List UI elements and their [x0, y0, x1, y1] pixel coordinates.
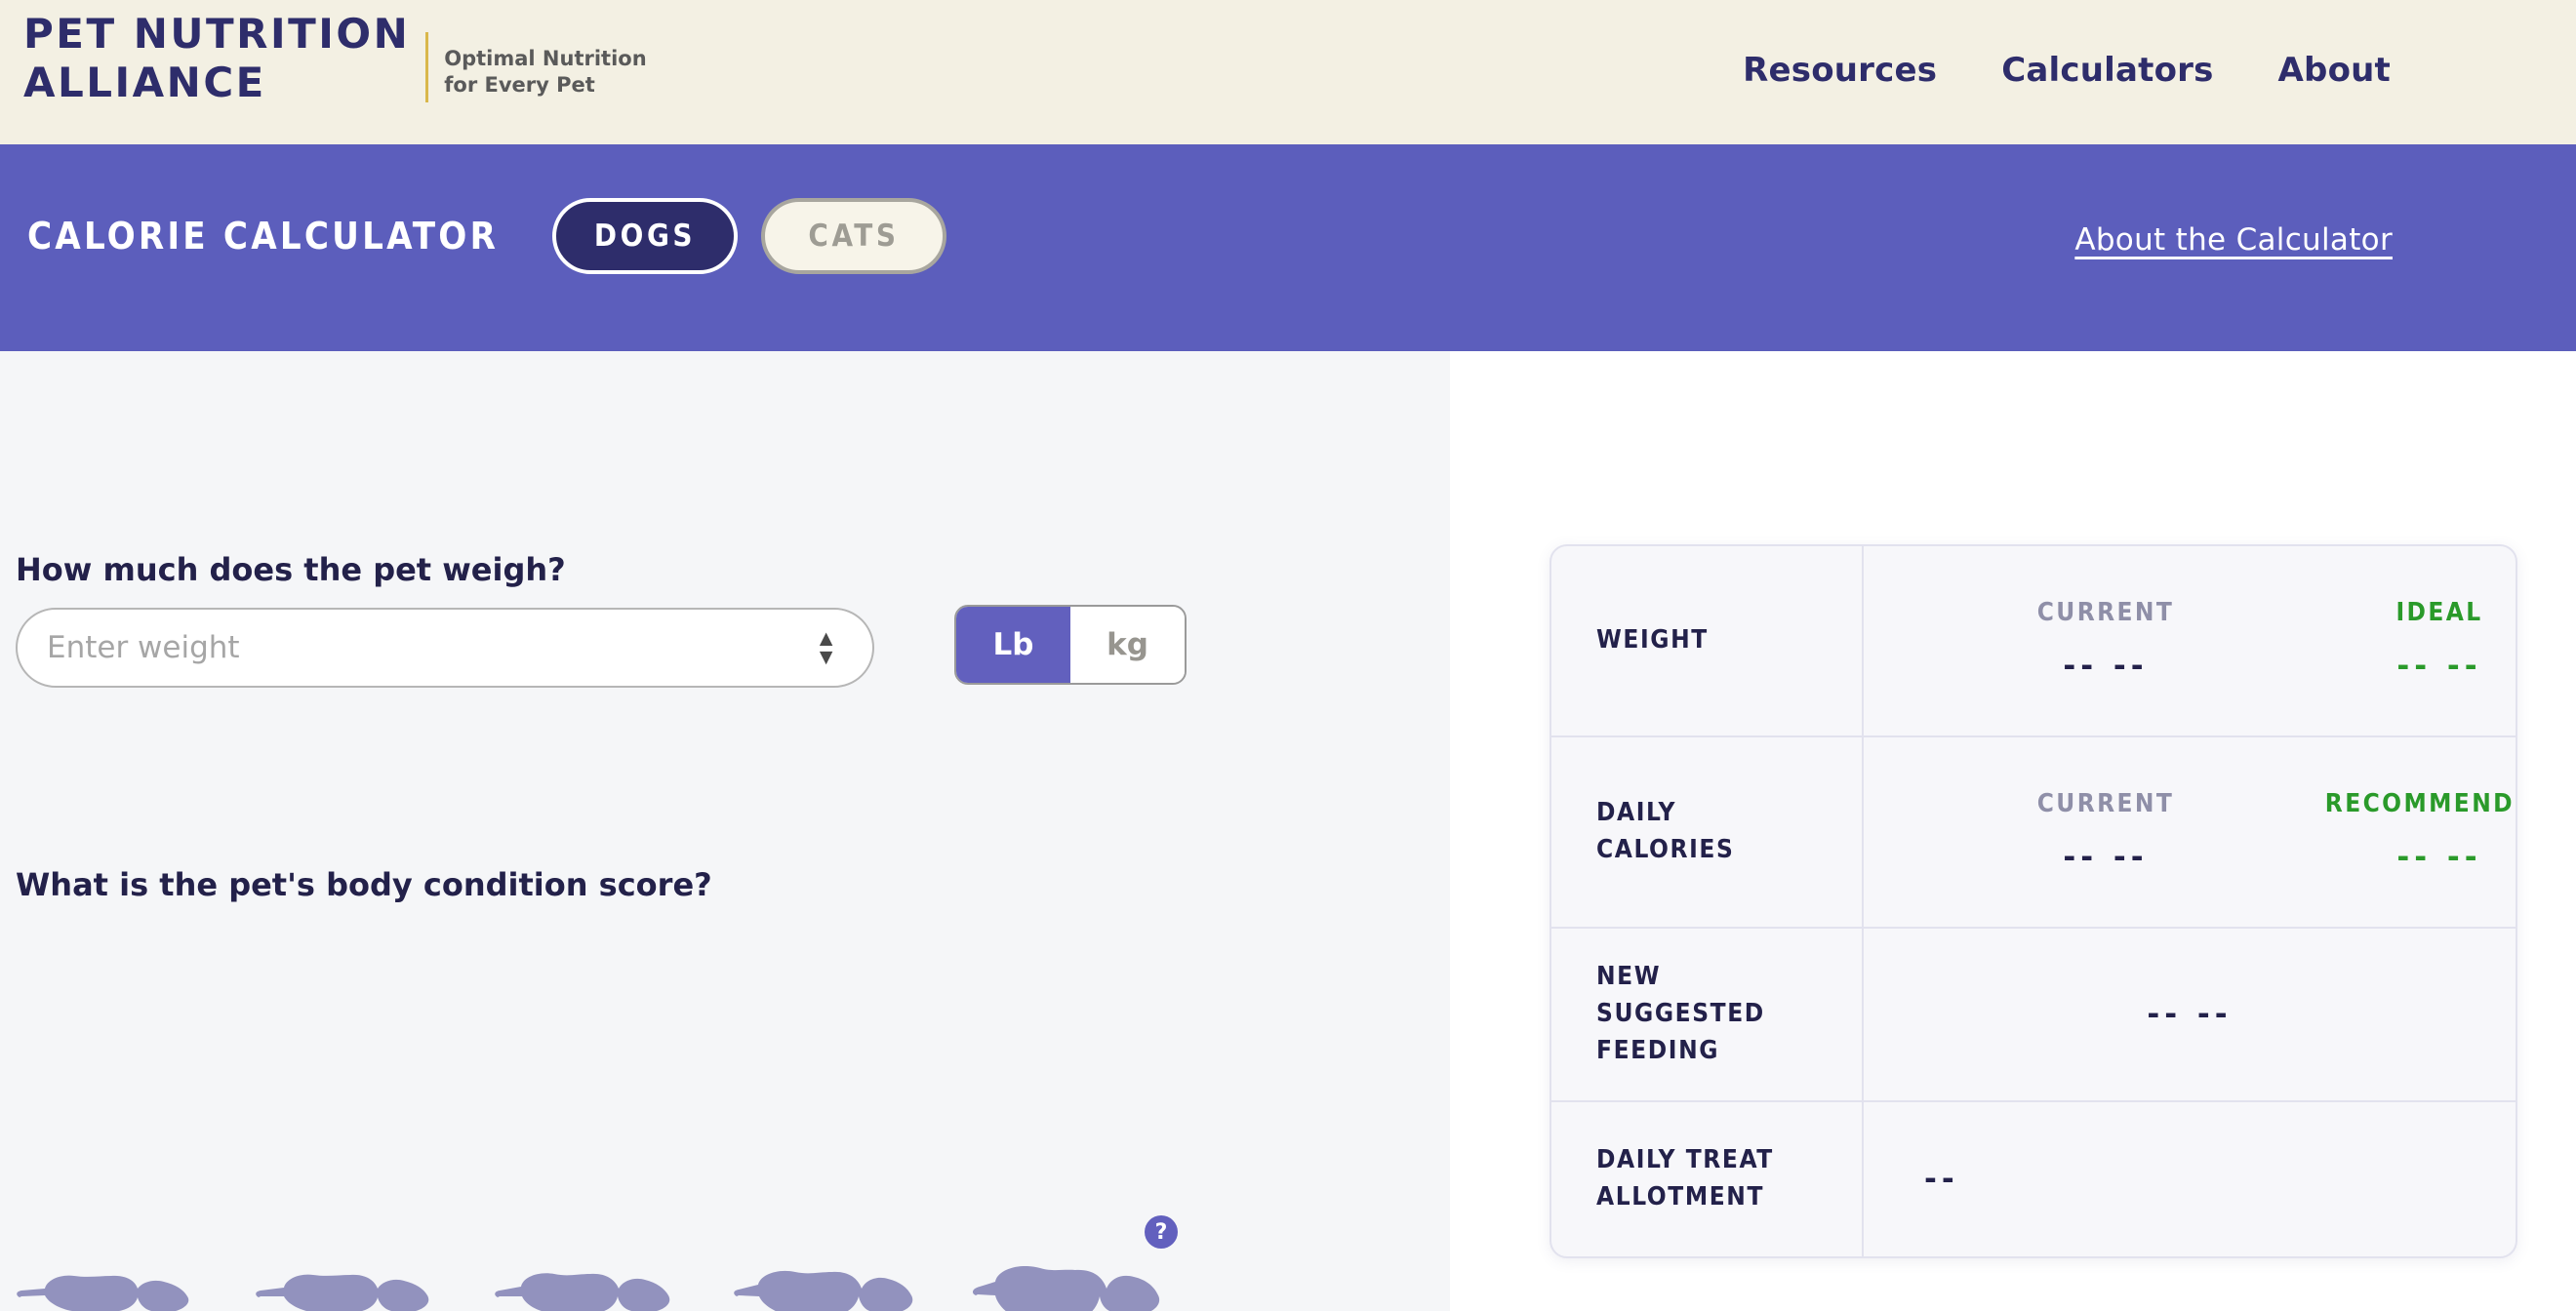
unit-option-lb[interactable]: Lb	[956, 607, 1070, 683]
result-row-body: CURRENT -- -- IDEAL -- --	[1864, 546, 2516, 735]
result-column-header: CURRENT	[2036, 598, 2175, 627]
result-column-value: -- --	[2063, 649, 2149, 684]
logo-tagline-line-2: for Every Pet	[444, 73, 595, 97]
calculator-title: CALORIE CALCULATOR	[27, 215, 500, 258]
input-panel: How much does the pet weigh? ▲ ▼ What is…	[0, 351, 1450, 1311]
bcs-silhouette-5	[966, 1266, 1192, 1311]
unit-option-kg[interactable]: kg	[1070, 607, 1185, 683]
result-row-label: DAILY TREAT ALLOTMENT	[1551, 1102, 1864, 1256]
result-row-weight: WEIGHT CURRENT -- -- IDEAL -- --	[1551, 546, 2516, 737]
nav-item-resources[interactable]: Resources	[1743, 51, 1937, 90]
result-row-body: --	[1864, 1102, 2516, 1256]
logo-divider	[425, 32, 429, 102]
result-row-daily-treat-allotment: DAILY TREAT ALLOTMENT --	[1551, 1102, 2516, 1256]
bcs-silhouette-3	[488, 1266, 714, 1311]
species-toggle-group: DOGS CATS	[552, 198, 946, 274]
species-tab-dogs[interactable]: DOGS	[552, 198, 738, 274]
result-column-value: -- --	[2063, 840, 2149, 875]
bcs-silhouette-1	[10, 1266, 236, 1311]
logo-tagline-line-1: Optimal Nutrition	[444, 47, 647, 71]
result-row-daily-calories: DAILY CALORIES CURRENT -- -- RECOMMENDED…	[1551, 737, 2516, 929]
results-card: WEIGHT CURRENT -- -- IDEAL -- -- DAILY C…	[1550, 544, 2517, 1258]
calorie-calculator-page: PET NUTRITION ALLIANCE Optimal Nutrition…	[0, 0, 2576, 1311]
weight-unit-toggle: Lb kg	[954, 605, 1187, 685]
logo-line-1: PET NUTRITION	[23, 10, 411, 58]
bcs-question-label: What is the pet's body condition score?	[16, 866, 712, 903]
result-column-current: CURRENT -- --	[1979, 789, 2233, 875]
chevron-down-icon[interactable]: ▼	[815, 646, 837, 668]
weight-stepper[interactable]: ▲ ▼	[815, 627, 837, 668]
logo-wordmark: PET NUTRITION ALLIANCE	[23, 14, 410, 103]
result-column-header: RECOMMENDED	[2324, 789, 2516, 818]
result-row-label: NEW SUGGESTED FEEDING	[1551, 929, 1864, 1100]
nav-item-calculators[interactable]: Calculators	[2001, 51, 2213, 90]
weight-input-wrapper[interactable]: ▲ ▼	[16, 608, 874, 688]
result-row-new-suggested-feeding: NEW SUGGESTED FEEDING -- --	[1551, 929, 2516, 1102]
result-row-label: DAILY CALORIES	[1551, 737, 1864, 927]
bcs-silhouette-row	[10, 1266, 1192, 1311]
result-value: -- --	[2147, 997, 2233, 1032]
bcs-silhouette-2	[249, 1266, 475, 1311]
bcs-silhouette-4	[727, 1266, 953, 1311]
result-value: --	[1924, 1162, 1959, 1197]
result-column-recommended: RECOMMENDED -- --	[2283, 789, 2516, 875]
species-tab-cats[interactable]: CATS	[761, 198, 946, 274]
weight-input[interactable]	[47, 630, 730, 665]
result-column-ideal: IDEAL -- --	[2283, 598, 2516, 684]
result-column-current: CURRENT -- --	[1979, 598, 2233, 684]
site-header: PET NUTRITION ALLIANCE Optimal Nutrition…	[0, 0, 2576, 144]
logo-line-2: ALLIANCE	[23, 59, 266, 106]
result-row-body: -- --	[1864, 929, 2516, 1100]
about-the-calculator-link[interactable]: About the Calculator	[2074, 222, 2393, 258]
site-logo[interactable]: PET NUTRITION ALLIANCE Optimal Nutrition…	[23, 14, 647, 103]
result-column-value: -- --	[2396, 840, 2482, 875]
nav-item-about[interactable]: About	[2278, 51, 2391, 90]
result-column-value: -- --	[2396, 649, 2482, 684]
logo-tagline: Optimal Nutrition for Every Pet	[444, 46, 646, 99]
result-column-header: IDEAL	[2395, 598, 2483, 627]
weight-question-label: How much does the pet weigh?	[16, 551, 566, 588]
result-row-label: WEIGHT	[1551, 546, 1864, 735]
result-column-header: CURRENT	[2036, 789, 2175, 818]
help-icon[interactable]: ?	[1145, 1215, 1178, 1249]
main-navigation: Resources Calculators About	[1743, 51, 2391, 90]
result-row-body: CURRENT -- -- RECOMMENDED -- --	[1864, 737, 2516, 927]
